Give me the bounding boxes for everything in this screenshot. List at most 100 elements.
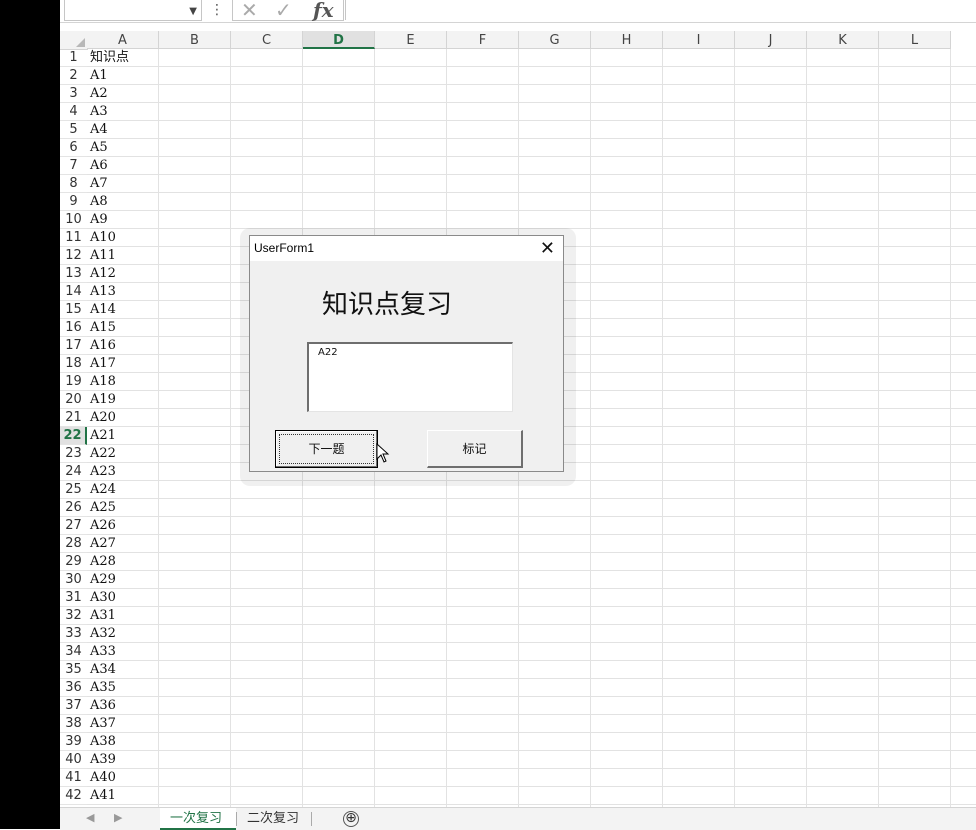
row-header[interactable]: 8 (60, 175, 87, 193)
cell-a[interactable]: A3 (88, 103, 159, 121)
row-header[interactable]: 3 (60, 85, 87, 103)
more-options-icon[interactable]: ⋮ (210, 2, 224, 18)
row-header[interactable]: 7 (60, 157, 87, 175)
cell-a[interactable]: A40 (88, 769, 159, 787)
cell-a[interactable]: A22 (88, 445, 159, 463)
mark-button[interactable]: 标记 (427, 430, 523, 468)
cell-a[interactable]: A21 (88, 427, 159, 445)
cell-a[interactable]: A20 (88, 409, 159, 427)
add-sheet-icon[interactable]: ⊕ (343, 811, 359, 827)
row-header[interactable]: 17 (60, 337, 87, 355)
row-header[interactable]: 37 (60, 697, 87, 715)
cell-a[interactable]: A19 (88, 391, 159, 409)
fx-icon[interactable]: fx (313, 0, 334, 22)
cell-a[interactable]: 知识点 (88, 49, 159, 67)
knowledge-point-textbox[interactable]: A22 (307, 342, 513, 412)
cell-a[interactable]: A27 (88, 535, 159, 553)
cell-a[interactable]: A33 (88, 643, 159, 661)
sheet-tab-first-review[interactable]: 一次复习 (160, 808, 236, 830)
row-header[interactable]: 26 (60, 499, 87, 517)
row-header[interactable]: 38 (60, 715, 87, 733)
column-header-i[interactable]: I (663, 31, 735, 49)
cell-a[interactable]: A28 (88, 553, 159, 571)
row-header[interactable]: 5 (60, 121, 87, 139)
select-all-corner[interactable] (60, 31, 88, 50)
cell-a[interactable]: A7 (88, 175, 159, 193)
confirm-icon[interactable]: ✓ (275, 0, 292, 22)
scroll-right-icon[interactable]: ▶ (114, 811, 122, 824)
cell-a[interactable]: A14 (88, 301, 159, 319)
cell-a[interactable]: A15 (88, 319, 159, 337)
cell-a[interactable]: A13 (88, 283, 159, 301)
cell-a[interactable]: A26 (88, 517, 159, 535)
cell-a[interactable]: A11 (88, 247, 159, 265)
scroll-left-icon[interactable]: ◀ (86, 811, 94, 824)
cell-a[interactable]: A4 (88, 121, 159, 139)
row-header[interactable]: 18 (60, 355, 87, 373)
column-header-g[interactable]: G (519, 31, 591, 49)
cell-a[interactable]: A30 (88, 589, 159, 607)
row-header[interactable]: 23 (60, 445, 87, 463)
formula-input[interactable] (345, 0, 976, 20)
cell-a[interactable]: A29 (88, 571, 159, 589)
cell-a[interactable]: A36 (88, 697, 159, 715)
cell-a[interactable]: A35 (88, 679, 159, 697)
row-header[interactable]: 11 (60, 229, 87, 247)
column-header-f[interactable]: F (447, 31, 519, 49)
row-header[interactable]: 2 (60, 67, 87, 85)
row-header[interactable]: 28 (60, 535, 87, 553)
cell-a[interactable]: A24 (88, 481, 159, 499)
cell-a[interactable]: A17 (88, 355, 159, 373)
cell-a[interactable]: A34 (88, 661, 159, 679)
column-header-a[interactable]: A (87, 31, 159, 49)
dialog-titlebar[interactable]: UserForm1 ✕ (250, 236, 563, 261)
cell-a[interactable]: A9 (88, 211, 159, 229)
cell-a[interactable]: A6 (88, 157, 159, 175)
row-header[interactable]: 31 (60, 589, 87, 607)
row-header[interactable]: 10 (60, 211, 87, 229)
column-header-l[interactable]: L (879, 31, 951, 49)
row-header[interactable]: 36 (60, 679, 87, 697)
row-header[interactable]: 30 (60, 571, 87, 589)
row-header[interactable]: 14 (60, 283, 87, 301)
cell-a[interactable]: A39 (88, 751, 159, 769)
row-header[interactable]: 27 (60, 517, 87, 535)
column-header-d[interactable]: D (303, 31, 375, 49)
cell-a[interactable]: A8 (88, 193, 159, 211)
row-header[interactable]: 4 (60, 103, 87, 121)
cancel-icon[interactable]: ✕ (241, 0, 258, 22)
row-header[interactable]: 35 (60, 661, 87, 679)
row-header[interactable]: 6 (60, 139, 87, 157)
cell-a[interactable]: A31 (88, 607, 159, 625)
column-header-e[interactable]: E (375, 31, 447, 49)
row-header[interactable]: 12 (60, 247, 87, 265)
cell-a[interactable]: A2 (88, 85, 159, 103)
column-header-j[interactable]: J (735, 31, 807, 49)
row-header[interactable]: 19 (60, 373, 87, 391)
name-box[interactable]: ▼ (64, 0, 202, 21)
cell-a[interactable]: A23 (88, 463, 159, 481)
next-question-button[interactable]: 下一题 (275, 430, 390, 468)
row-header[interactable]: 15 (60, 301, 87, 319)
cell-a[interactable]: A38 (88, 733, 159, 751)
row-header[interactable]: 41 (60, 769, 87, 787)
row-header[interactable]: 33 (60, 625, 87, 643)
row-header[interactable]: 24 (60, 463, 87, 481)
close-icon[interactable]: ✕ (540, 238, 555, 259)
sheet-tab-second-review[interactable]: 二次复习 (237, 808, 311, 830)
row-header[interactable]: 39 (60, 733, 87, 751)
column-header-k[interactable]: K (807, 31, 879, 49)
cell-a[interactable]: A32 (88, 625, 159, 643)
cell-a[interactable]: A16 (88, 337, 159, 355)
cell-a[interactable]: A12 (88, 265, 159, 283)
row-header[interactable]: 29 (60, 553, 87, 571)
cell-a[interactable]: A1 (88, 67, 159, 85)
row-header[interactable]: 13 (60, 265, 87, 283)
row-header[interactable]: 22 (60, 427, 87, 445)
chevron-down-icon[interactable]: ▼ (189, 6, 197, 17)
cell-a[interactable]: A25 (88, 499, 159, 517)
row-header[interactable]: 21 (60, 409, 87, 427)
row-header[interactable]: 16 (60, 319, 87, 337)
row-header[interactable]: 25 (60, 481, 87, 499)
row-header[interactable]: 42 (60, 787, 87, 805)
